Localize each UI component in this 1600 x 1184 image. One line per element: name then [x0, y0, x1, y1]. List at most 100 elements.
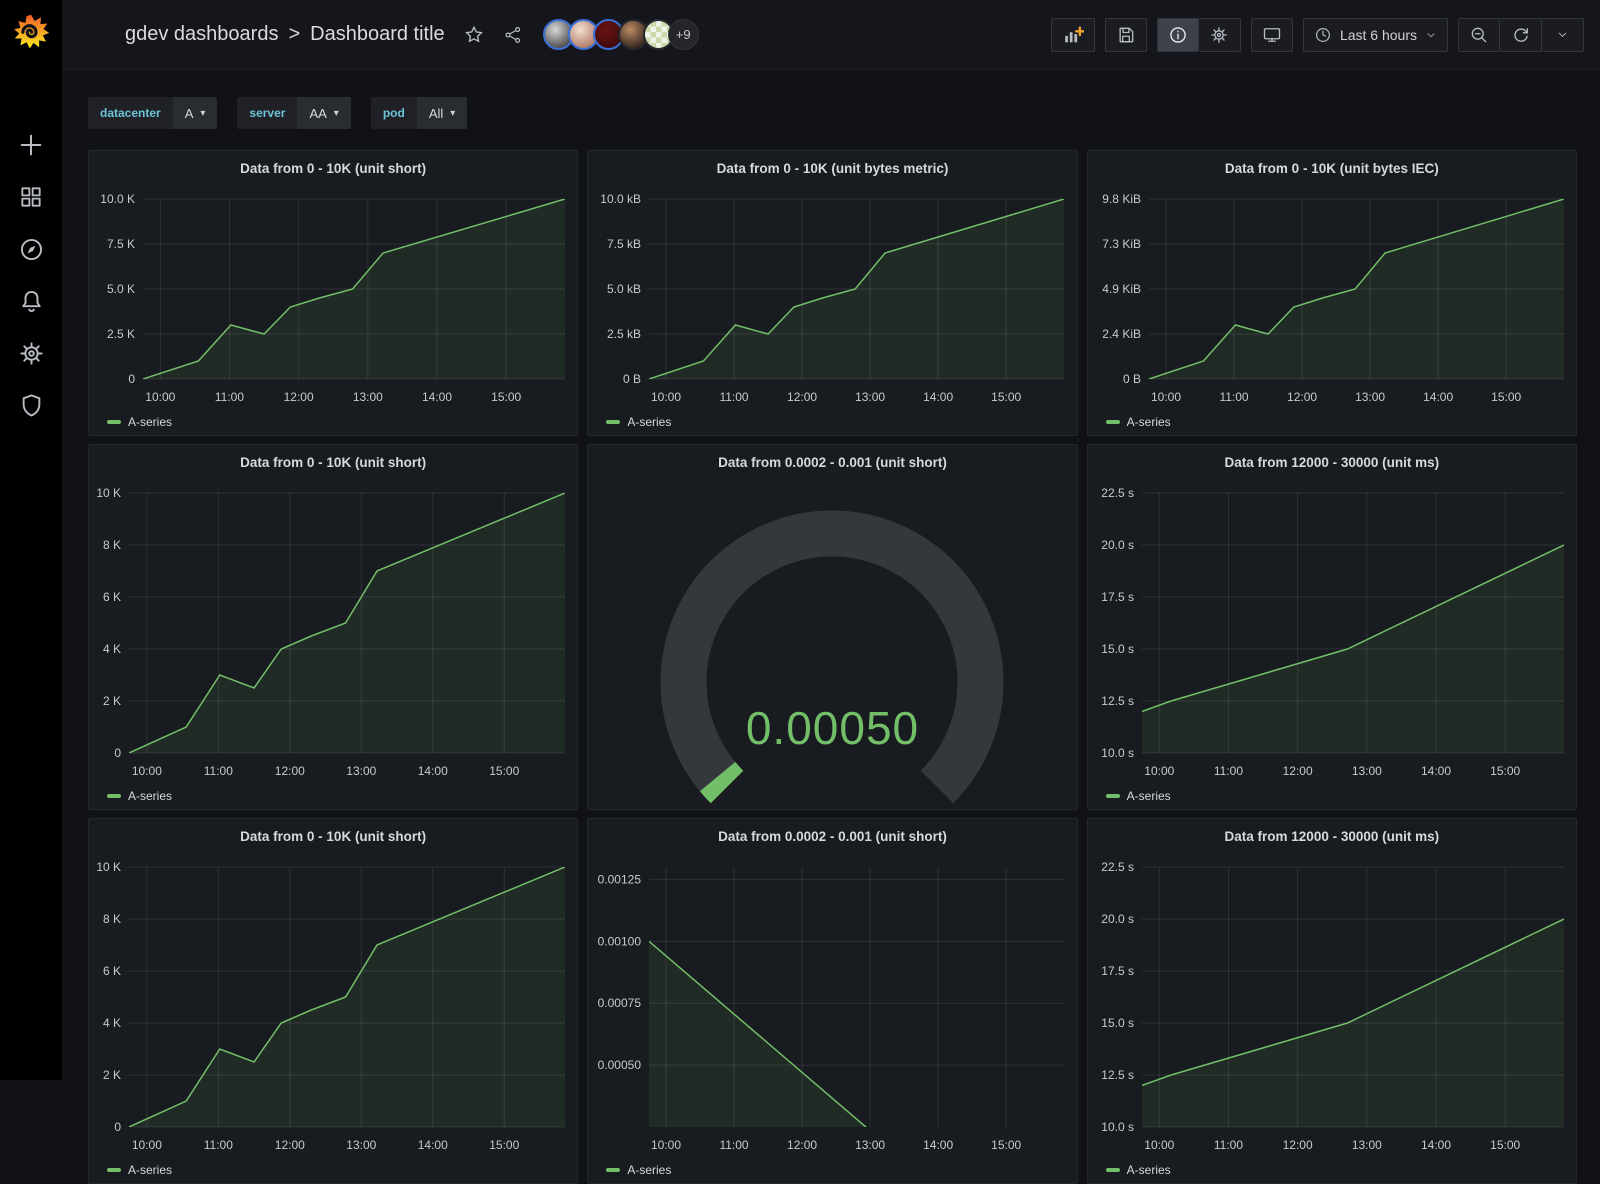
variable-value-dropdown[interactable]: A▾	[173, 97, 218, 129]
breadcrumb-current: Dashboard title	[310, 23, 445, 45]
panel: Data from 0 - 10K (unit short) 10:0011:0…	[88, 150, 578, 436]
time-series-chart[interactable]: 10:0011:0012:0013:0014:0015:0002.5 K5.0 …	[89, 185, 577, 409]
panel: Data from 12000 - 30000 (unit ms) 10:001…	[1087, 818, 1577, 1184]
panel-title[interactable]: Data from 0.0002 - 0.001 (unit short)	[588, 445, 1076, 479]
time-series-chart[interactable]: 10:0011:0012:0013:0014:0015:0010.0 s12.5…	[1088, 479, 1576, 783]
avatar-overflow-badge[interactable]: +9	[668, 19, 699, 50]
svg-text:11:00: 11:00	[720, 390, 749, 404]
tv-mode-button[interactable]	[1251, 18, 1293, 52]
svg-text:9.8 KiB: 9.8 KiB	[1102, 192, 1141, 206]
legend-series-label[interactable]: A-series	[128, 415, 172, 429]
variable-pod: pod All▾	[371, 97, 467, 129]
time-series-chart[interactable]: 10:0011:0012:0013:0014:0015:000 B2.5 kB5…	[588, 185, 1076, 409]
time-series-chart[interactable]: 10:0011:0012:0013:0014:0015:000.000500.0…	[588, 853, 1076, 1157]
bell-icon	[18, 288, 45, 315]
svg-text:10.0 kB: 10.0 kB	[601, 192, 642, 206]
sidebar-item-create[interactable]	[14, 128, 48, 162]
refresh-interval-dropdown[interactable]	[1542, 18, 1584, 52]
legend-swatch	[107, 794, 121, 798]
svg-text:11:00: 11:00	[1214, 764, 1243, 778]
legend-series-label[interactable]: A-series	[128, 1163, 172, 1177]
svg-text:15:00: 15:00	[1490, 1138, 1520, 1152]
legend: A-series	[1088, 783, 1576, 809]
add-panel-button[interactable]	[1051, 18, 1095, 52]
star-dashboard-button[interactable]	[463, 24, 485, 46]
svg-text:15:00: 15:00	[489, 1138, 519, 1152]
refresh-dashboard-button[interactable]	[1500, 18, 1542, 52]
variable-value-dropdown[interactable]: AA▾	[297, 97, 350, 129]
sidebar-item-alerting[interactable]	[14, 284, 48, 318]
share-dashboard-button[interactable]	[503, 25, 523, 45]
panel-title[interactable]: Data from 12000 - 30000 (unit ms)	[1088, 819, 1576, 853]
legend-series-label[interactable]: A-series	[627, 1163, 671, 1177]
svg-text:11:00: 11:00	[204, 1138, 233, 1152]
legend-series-label[interactable]: A-series	[1127, 789, 1171, 803]
svg-text:6 K: 6 K	[103, 964, 121, 978]
dashboard-settings-button[interactable]	[1199, 18, 1241, 52]
svg-text:0.00125: 0.00125	[598, 872, 642, 886]
panel-title[interactable]: Data from 0 - 10K (unit bytes metric)	[588, 151, 1076, 185]
time-series-chart[interactable]: 10:0011:0012:0013:0014:0015:0002 K4 K6 K…	[89, 479, 577, 783]
svg-text:8 K: 8 K	[103, 912, 121, 926]
panel-info-button[interactable]	[1157, 18, 1199, 52]
svg-text:10 K: 10 K	[96, 486, 121, 500]
panel: Data from 0 - 10K (unit bytes IEC) 10:00…	[1087, 150, 1577, 436]
breadcrumb-parent[interactable]: gdev dashboards	[125, 23, 278, 45]
legend-swatch	[107, 420, 121, 424]
dashboard-grid: Data from 0 - 10K (unit short) 10:0011:0…	[88, 150, 1577, 1184]
panel-title[interactable]: Data from 0.0002 - 0.001 (unit short)	[588, 819, 1076, 853]
time-series-chart[interactable]: 10:0011:0012:0013:0014:0015:0002 K4 K6 K…	[89, 853, 577, 1157]
breadcrumb-separator: >	[288, 23, 300, 45]
sidebar-item-configuration[interactable]	[14, 336, 48, 370]
panel-title[interactable]: Data from 0 - 10K (unit short)	[89, 151, 577, 185]
legend-swatch	[1106, 420, 1120, 424]
panel: Data from 0.0002 - 0.001 (unit short) 10…	[587, 818, 1077, 1184]
svg-text:10:00: 10:00	[1144, 1138, 1174, 1152]
legend-series-label[interactable]: A-series	[1127, 1163, 1171, 1177]
variable-label: datacenter	[88, 97, 173, 129]
svg-text:13:00: 13:00	[346, 764, 376, 778]
grafana-logo[interactable]	[0, 0, 62, 62]
svg-text:0 B: 0 B	[623, 372, 641, 386]
gauge-chart[interactable]: 0.00050	[588, 479, 1076, 809]
panel-title[interactable]: Data from 0 - 10K (unit short)	[89, 445, 577, 479]
time-series-chart[interactable]: 10:0011:0012:0013:0014:0015:0010.0 s12.5…	[1088, 853, 1576, 1157]
svg-text:14:00: 14:00	[923, 390, 953, 404]
svg-text:13:00: 13:00	[353, 390, 383, 404]
legend-series-label[interactable]: A-series	[627, 415, 671, 429]
svg-text:13:00: 13:00	[1351, 764, 1381, 778]
time-series-chart[interactable]: 10:0011:0012:0013:0014:0015:000 B2.4 KiB…	[1088, 185, 1576, 409]
panel-title[interactable]: Data from 12000 - 30000 (unit ms)	[1088, 445, 1576, 479]
save-dashboard-button[interactable]	[1105, 18, 1147, 52]
legend-series-label[interactable]: A-series	[128, 789, 172, 803]
svg-text:11:00: 11:00	[204, 764, 233, 778]
chevron-down-icon: ▾	[334, 108, 339, 119]
panel-title[interactable]: Data from 0 - 10K (unit short)	[89, 819, 577, 853]
panel-title[interactable]: Data from 0 - 10K (unit bytes IEC)	[1088, 151, 1576, 185]
sidebar-item-server-admin[interactable]	[14, 388, 48, 422]
svg-text:0 B: 0 B	[1123, 372, 1141, 386]
time-range-label: Last 6 hours	[1340, 27, 1417, 43]
svg-text:2.5 K: 2.5 K	[107, 327, 135, 341]
svg-text:12:00: 12:00	[275, 1138, 305, 1152]
info-circle-icon	[1168, 25, 1188, 45]
svg-text:22.5 s: 22.5 s	[1101, 486, 1134, 500]
star-icon	[463, 24, 485, 46]
panel: Data from 0 - 10K (unit short) 10:0011:0…	[88, 818, 578, 1184]
zoom-out-time-button[interactable]	[1458, 18, 1500, 52]
svg-text:15.0 s: 15.0 s	[1101, 1016, 1134, 1030]
legend-swatch	[606, 420, 620, 424]
chevron-down-icon: ▾	[200, 108, 205, 119]
svg-text:12:00: 12:00	[1282, 1138, 1312, 1152]
time-range-picker[interactable]: Last 6 hours	[1303, 18, 1448, 52]
variable-value-dropdown[interactable]: All▾	[417, 97, 467, 129]
sidebar-item-dashboards[interactable]	[14, 180, 48, 214]
legend-series-label[interactable]: A-series	[1127, 415, 1171, 429]
svg-text:0.00075: 0.00075	[598, 996, 642, 1010]
svg-text:5.0 K: 5.0 K	[107, 282, 135, 296]
shield-icon	[18, 392, 45, 419]
sidebar-item-explore[interactable]	[14, 232, 48, 266]
svg-text:11:00: 11:00	[1219, 390, 1248, 404]
svg-text:15:00: 15:00	[1491, 390, 1521, 404]
legend: A-series	[89, 409, 577, 435]
